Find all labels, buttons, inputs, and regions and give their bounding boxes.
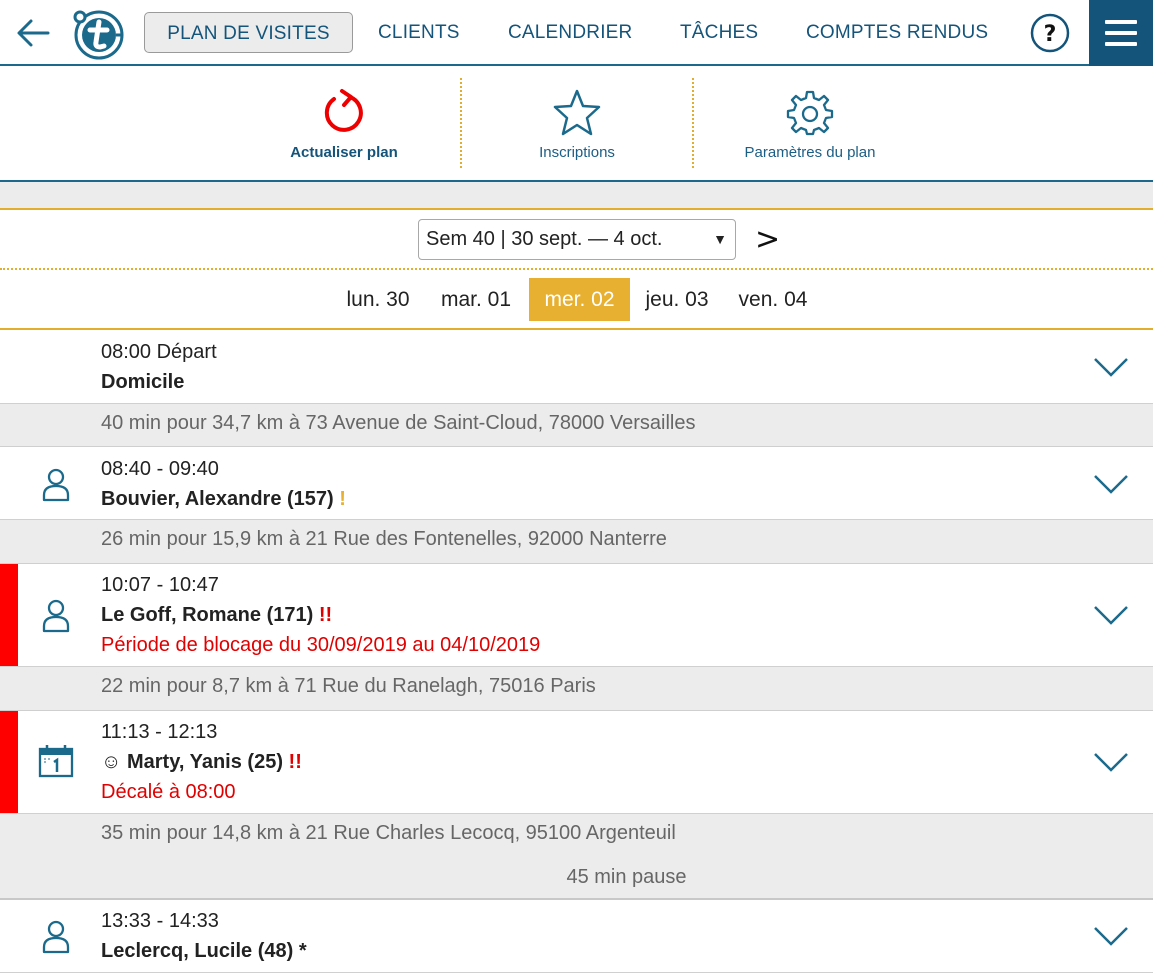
- refresh-icon: [324, 89, 363, 132]
- chevron-down-icon[interactable]: [1093, 604, 1129, 626]
- route-segment: 26 min pour 15,9 km à 21 Rue des Fontene…: [0, 520, 1153, 564]
- tab-plan-de-visites[interactable]: PLAN DE VISITES: [144, 12, 353, 53]
- gear-icon: [786, 90, 834, 136]
- back-arrow-icon[interactable]: [14, 14, 52, 52]
- week-select[interactable]: Sem 40 | 30 sept. — 4 oct. ▼: [418, 219, 736, 260]
- route-segment: 40 min pour 34,7 km à 73 Avenue de Saint…: [0, 404, 1153, 447]
- chevron-down-icon[interactable]: [1093, 356, 1129, 378]
- day-tab-jeu[interactable]: jeu. 03: [636, 278, 718, 321]
- visit-time: 08:00 Départ: [101, 341, 217, 363]
- route-segment: 22 min pour 8,7 km à 71 Rue du Ranelagh,…: [0, 667, 1153, 711]
- visit-item[interactable]: 08:40 - 09:40 Bouvier, Alexandre (157) !: [0, 447, 1153, 520]
- week-selector-row: Sem 40 | 30 sept. — 4 oct. ▼ >: [0, 210, 1153, 270]
- toolbar-divider: [692, 78, 694, 168]
- visit-time: 11:13 - 12:13: [101, 721, 218, 743]
- person-icon: [42, 920, 70, 954]
- day-tab-mar[interactable]: mar. 01: [429, 278, 523, 321]
- app-logo-icon: [73, 10, 124, 60]
- route-text: 26 min pour 15,9 km à 21 Rue des Fontene…: [101, 528, 667, 550]
- visit-warning: Décalé à 08:00: [101, 781, 236, 803]
- chevron-down-icon[interactable]: [1093, 751, 1129, 773]
- visit-name: Le Goff, Romane (171) !!: [101, 604, 332, 627]
- subscriptions-label: Inscriptions: [539, 144, 615, 161]
- separator-band: [0, 180, 1153, 210]
- day-tab-mer[interactable]: mer. 02: [529, 278, 630, 321]
- calendar-icon: [38, 745, 74, 778]
- route-segment: 35 min pour 14,8 km à 21 Rue Charles Lec…: [0, 814, 1153, 900]
- subscriptions-button[interactable]: Inscriptions: [507, 66, 647, 180]
- route-text: 40 min pour 34,7 km à 73 Avenue de Saint…: [101, 412, 696, 434]
- chevron-down-icon[interactable]: [1093, 473, 1129, 495]
- star-icon: [553, 89, 601, 136]
- visit-name: Leclercq, Lucile (48) *: [101, 940, 307, 962]
- person-icon: [42, 468, 70, 502]
- alert-flag: [0, 711, 18, 813]
- visit-name: ☺ Marty, Yanis (25) !!: [101, 751, 302, 774]
- priority-mark: !: [339, 488, 346, 510]
- chevron-down-icon[interactable]: [1093, 925, 1129, 947]
- priority-mark: !!: [318, 604, 333, 626]
- client-name: Marty, Yanis (25): [126, 751, 283, 773]
- week-select-value: Sem 40 | 30 sept. — 4 oct.: [426, 228, 663, 250]
- visit-time: 13:33 - 14:33: [101, 910, 219, 932]
- next-week-button[interactable]: >: [755, 220, 780, 260]
- day-tabs: lun. 30 mar. 01 mer. 02 jeu. 03 ven. 04: [0, 270, 1153, 330]
- top-nav: PLAN DE VISITES CLIENTS CALENDRIER TÂCHE…: [0, 0, 1153, 66]
- tab-calendrier[interactable]: CALENDRIER: [508, 12, 632, 53]
- visit-item[interactable]: 13:33 - 14:33 Leclercq, Lucile (48) *: [0, 900, 1153, 973]
- plan-toolbar: Actualiser plan Inscriptions Paramètres …: [0, 66, 1153, 180]
- alert-flag: [0, 564, 18, 666]
- visit-name: Bouvier, Alexandre (157) !: [101, 488, 346, 511]
- smiley-icon: ☺: [101, 751, 122, 773]
- pause-text: 45 min pause: [566, 866, 687, 888]
- plan-settings-button[interactable]: Paramètres du plan: [730, 66, 890, 180]
- tab-clients[interactable]: CLIENTS: [378, 12, 460, 53]
- route-text: 35 min pour 14,8 km à 21 Rue Charles Lec…: [101, 822, 676, 844]
- route-text: 22 min pour 8,7 km à 71 Rue du Ranelagh,…: [101, 675, 596, 697]
- toolbar-divider: [460, 78, 462, 168]
- visit-warning: Période de blocage du 30/09/2019 au 04/1…: [101, 634, 541, 656]
- person-icon: [42, 599, 70, 633]
- caret-down-icon: ▼: [713, 231, 727, 247]
- refresh-plan-label: Actualiser plan: [290, 144, 398, 161]
- tab-taches[interactable]: TÂCHES: [680, 12, 758, 53]
- svg-text:?: ?: [1044, 22, 1057, 47]
- client-name: Le Goff, Romane (171): [101, 604, 314, 626]
- day-tab-ven[interactable]: ven. 04: [728, 278, 818, 321]
- refresh-plan-button[interactable]: Actualiser plan: [270, 66, 418, 180]
- hamburger-menu-icon[interactable]: [1089, 0, 1153, 66]
- visit-item[interactable]: 10:07 - 10:47 Le Goff, Romane (171) !! P…: [0, 564, 1153, 667]
- tab-comptes-rendus[interactable]: COMPTES RENDUS: [806, 12, 988, 53]
- client-name: Bouvier, Alexandre (157): [101, 488, 334, 510]
- day-tab-lun[interactable]: lun. 30: [335, 278, 421, 321]
- visit-time: 10:07 - 10:47: [101, 574, 219, 596]
- priority-mark: !!: [288, 751, 302, 773]
- visit-name: Domicile: [101, 371, 185, 393]
- visit-item[interactable]: 08:00 Départ Domicile: [0, 330, 1153, 404]
- help-icon[interactable]: ?: [1030, 13, 1070, 53]
- plan-settings-label: Paramètres du plan: [744, 144, 876, 161]
- visit-item[interactable]: 11:13 - 12:13 ☺ Marty, Yanis (25) !! Déc…: [0, 711, 1153, 814]
- visit-time: 08:40 - 09:40: [101, 458, 219, 480]
